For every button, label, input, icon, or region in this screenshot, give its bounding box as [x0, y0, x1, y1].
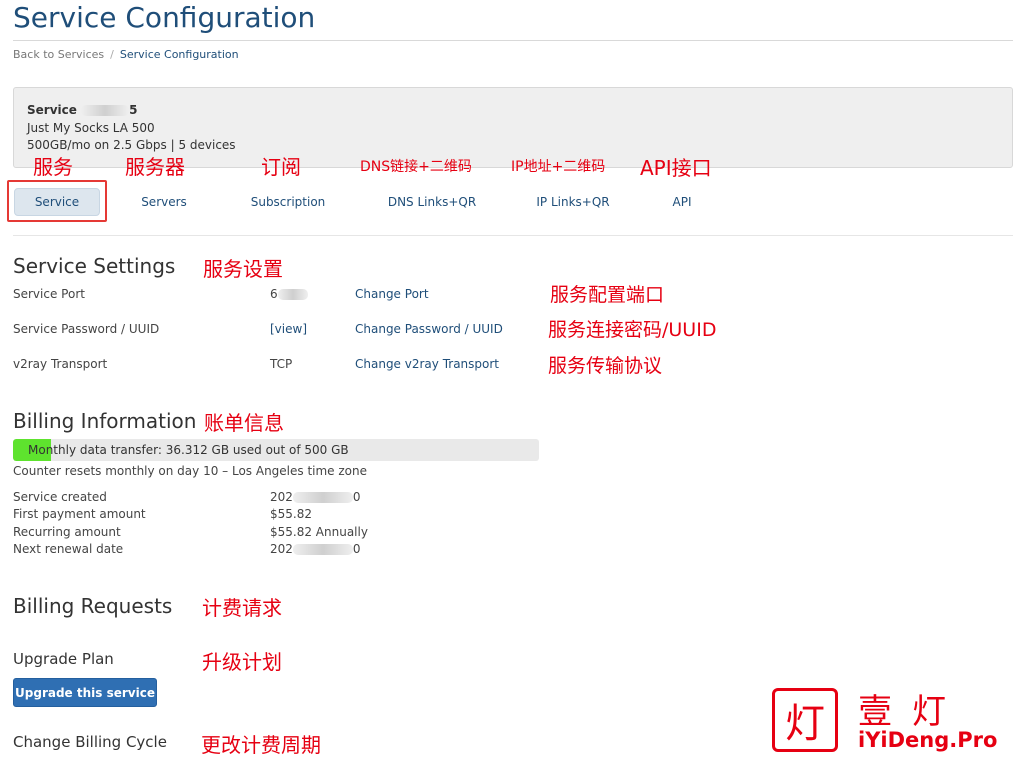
breadcrumb-separator: /: [110, 48, 114, 61]
annotation-port: 服务配置端口: [550, 284, 665, 306]
change-port-link[interactable]: Change Port: [355, 287, 429, 301]
tab-ip-links-qr[interactable]: IP Links+QR: [528, 188, 618, 216]
service-created-value: 202 0: [270, 490, 361, 504]
annotation-billing-cycle: 更改计费周期: [201, 733, 321, 757]
redacted-port: [277, 289, 308, 300]
title-divider: [13, 40, 1013, 41]
recurring-amount-value: $55.82 Annually: [270, 525, 368, 539]
service-settings-title: Service Settings: [13, 254, 176, 278]
annotation-upgrade-plan: 升级计划: [202, 650, 282, 674]
tab-service-highlight: [7, 180, 107, 222]
change-password-link[interactable]: Change Password / UUID: [355, 322, 503, 336]
service-name-suffix: 5: [129, 103, 138, 117]
annotation-password: 服务连接密码/UUID: [548, 319, 717, 341]
watermark-chinese: 壹灯: [858, 692, 966, 732]
annotation-dns-links: DNS链接+二维码: [360, 159, 472, 175]
service-created-suffix: 0: [352, 490, 361, 504]
setting-transport-label: v2ray Transport: [13, 357, 108, 371]
recurring-amount-label: Recurring amount: [13, 525, 121, 539]
setting-transport-value: TCP: [270, 357, 293, 371]
setting-password-label: Service Password / UUID: [13, 322, 160, 336]
first-payment-value: $55.82: [270, 507, 312, 521]
service-plan: Just My Socks LA 500: [27, 121, 155, 135]
data-transfer-label: Monthly data transfer: 36.312 GB used ou…: [28, 443, 349, 457]
annotation-service: 服务: [33, 155, 73, 179]
annotation-service-settings: 服务设置: [203, 257, 283, 281]
data-transfer-progress: Monthly data transfer: 36.312 GB used ou…: [13, 439, 539, 461]
tabs-divider: [13, 235, 1013, 236]
setting-port-value-text: 6: [270, 287, 278, 301]
next-renewal-suffix: 0: [352, 542, 361, 556]
tab-subscription[interactable]: Subscription: [240, 188, 336, 216]
breadcrumb-back-link[interactable]: Back to Services: [13, 48, 104, 61]
annotation-api: API接口: [640, 156, 712, 180]
next-renewal-value: 202 0: [270, 542, 361, 556]
first-payment-label: First payment amount: [13, 507, 146, 521]
service-label: Service: [27, 103, 77, 117]
counter-reset-note: Counter resets monthly on day 10 – Los A…: [13, 464, 368, 478]
upgrade-plan-title: Upgrade Plan: [13, 650, 114, 668]
service-created-prefix: 202: [270, 490, 293, 504]
change-billing-cycle-title: Change Billing Cycle: [13, 733, 167, 751]
tab-servers[interactable]: Servers: [124, 188, 204, 216]
billing-requests-title: Billing Requests: [13, 594, 173, 618]
service-created-label: Service created: [13, 490, 107, 504]
watermark-lamp-icon: 灯: [772, 688, 838, 752]
upgrade-service-button[interactable]: Upgrade this service: [13, 678, 157, 707]
watermark-english: iYiDeng.Pro: [858, 728, 998, 752]
redacted-service-id: [81, 105, 130, 116]
change-transport-link[interactable]: Change v2ray Transport: [355, 357, 499, 371]
service-details: 500GB/mo on 2.5 Gbps | 5 devices: [27, 138, 236, 152]
annotation-billing-requests: 计费请求: [202, 596, 282, 620]
next-renewal-prefix: 202: [270, 542, 293, 556]
breadcrumb: Back to Services / Service Configuration: [13, 48, 239, 61]
tab-api[interactable]: API: [662, 188, 702, 216]
billing-info-title: Billing Information: [13, 409, 197, 433]
service-name: Service 5: [27, 103, 137, 117]
setting-port-label: Service Port: [13, 287, 85, 301]
annotation-transport: 服务传输协议: [548, 355, 663, 377]
redacted-created-date: [292, 492, 353, 503]
tab-dns-links-qr[interactable]: DNS Links+QR: [380, 188, 484, 216]
annotation-subscription: 订阅: [261, 155, 301, 179]
annotation-billing-info: 账单信息: [204, 411, 284, 435]
redacted-renewal-date: [292, 544, 353, 555]
page-title: Service Configuration: [13, 1, 316, 34]
setting-port-value: 6: [270, 287, 308, 301]
breadcrumb-current: Service Configuration: [119, 48, 239, 61]
annotation-ip-links: IP地址+二维码: [511, 159, 606, 175]
next-renewal-label: Next renewal date: [13, 542, 124, 556]
annotation-servers: 服务器: [125, 155, 185, 179]
view-password-link[interactable]: [view]: [270, 322, 307, 336]
